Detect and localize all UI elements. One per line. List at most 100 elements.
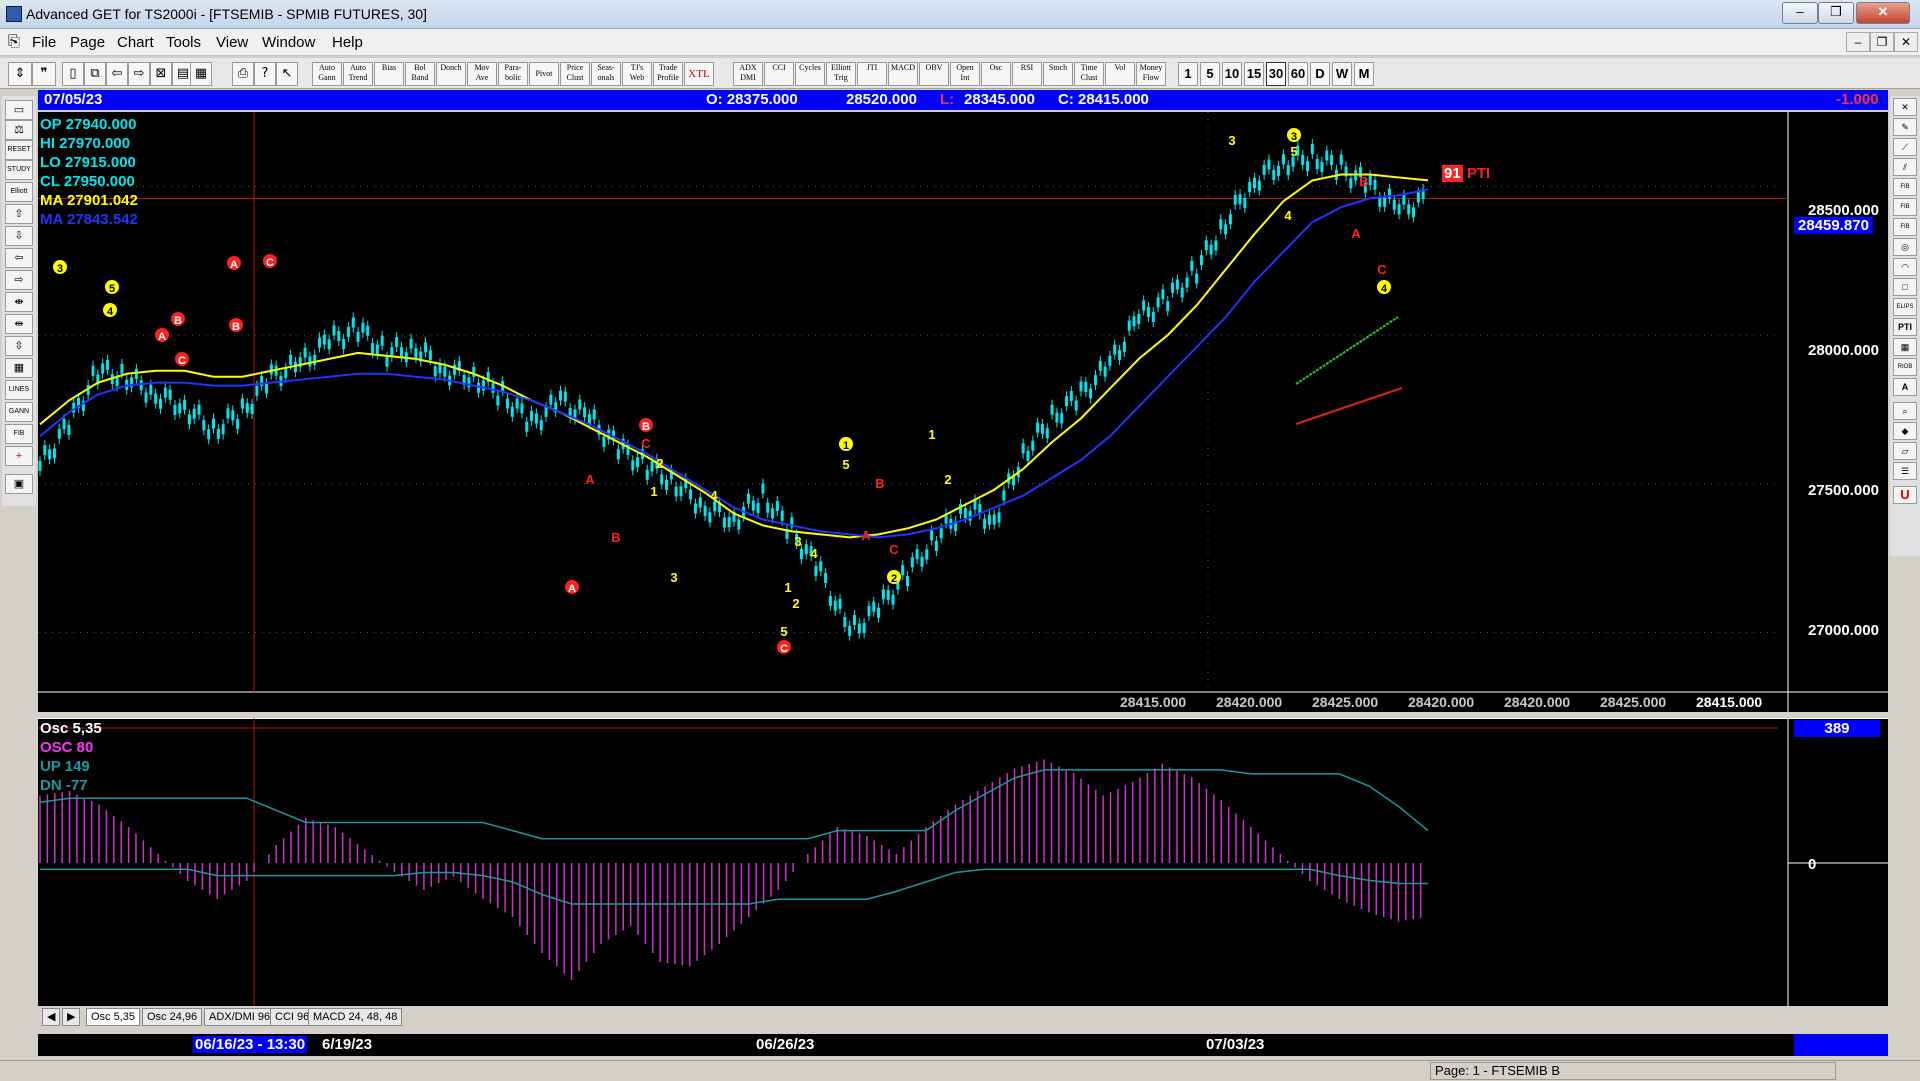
- study-button-bias[interactable]: Bias: [374, 62, 404, 86]
- study-button-elliott-trig[interactable]: Elliott Trig: [826, 62, 856, 86]
- study-button-price-clust[interactable]: Price Clust: [560, 62, 590, 86]
- scale-icon[interactable]: ⚖: [5, 120, 33, 140]
- lines-button[interactable]: LINES: [5, 380, 33, 400]
- study-button-xtl[interactable]: XTL: [684, 62, 714, 86]
- study-button-auto-gann[interactable]: Auto Gann: [312, 62, 342, 86]
- study-button-pivot[interactable]: Pivot: [529, 62, 559, 86]
- arrow-right-icon[interactable]: ⇨: [5, 270, 33, 290]
- mdi-close-button[interactable]: ✕: [1894, 32, 1918, 52]
- circle-icon[interactable]: ◎: [1893, 238, 1917, 256]
- reset-button[interactable]: RESET: [5, 140, 33, 160]
- print-icon[interactable]: ⎙: [232, 62, 254, 86]
- period-button-d[interactable]: D: [1310, 62, 1330, 86]
- fib-ext-button[interactable]: FIB EXT: [1893, 198, 1917, 216]
- menu-view[interactable]: View: [216, 34, 248, 51]
- menu-window[interactable]: Window: [262, 34, 315, 51]
- study-button-stoch[interactable]: Stoch: [1043, 62, 1073, 86]
- period-button-60[interactable]: 60: [1288, 62, 1308, 86]
- forward-icon[interactable]: ⇨: [128, 62, 150, 86]
- magnet-icon[interactable]: U: [1893, 486, 1917, 504]
- study-button[interactable]: STUDY: [5, 160, 33, 180]
- study-button-seas-onals[interactable]: Seas-onals: [591, 62, 621, 86]
- price-chart[interactable]: 354BACBACAABBC2134C5213415BAC2123354BAC4…: [38, 112, 1888, 712]
- study-button-cci[interactable]: CCI: [764, 62, 794, 86]
- list-icon[interactable]: ☰: [1893, 462, 1917, 480]
- tab-adx-dmi[interactable]: ADX/DMI 96: [204, 1008, 276, 1026]
- study-button-jti[interactable]: JTI: [857, 62, 887, 86]
- help-icon[interactable]: ?: [254, 62, 276, 86]
- pointer-icon[interactable]: ⇕: [8, 62, 32, 86]
- period-button-5[interactable]: 5: [1200, 62, 1220, 86]
- menu-page[interactable]: Page: [70, 34, 105, 51]
- oscillator-pane[interactable]: Osc 5,35 OSC 80 UP 149 DN -77 389 0: [38, 718, 1888, 1008]
- study-button-para-bolic[interactable]: Para-bolic: [498, 62, 528, 86]
- study-button-time-clust[interactable]: Time Clust: [1074, 62, 1104, 86]
- study-button-vol[interactable]: Vol: [1105, 62, 1135, 86]
- expand-icon[interactable]: ⇹: [5, 314, 33, 334]
- study-button-donch[interactable]: Donch: [436, 62, 466, 86]
- period-button-30[interactable]: 30: [1266, 62, 1286, 86]
- arrow-left-icon[interactable]: ⇦: [5, 248, 33, 268]
- zoom-icon[interactable]: ⊠: [150, 62, 172, 86]
- magnifier-icon[interactable]: ⌕: [1893, 402, 1917, 420]
- line-icon[interactable]: ⟋: [1893, 138, 1917, 156]
- study-button-open-int[interactable]: Open Int: [950, 62, 980, 86]
- arrow-down-icon[interactable]: ⇩: [5, 226, 33, 246]
- ruler-icon[interactable]: ▱: [1893, 442, 1917, 460]
- elips-button[interactable]: ELIPS: [1893, 298, 1917, 316]
- fib-ret-button[interactable]: FIB RET: [1893, 178, 1917, 196]
- study-button-tj-s-web[interactable]: TJ's Web: [622, 62, 652, 86]
- menu-help[interactable]: Help: [332, 34, 363, 51]
- grid-tool-icon[interactable]: ▦: [1893, 338, 1917, 356]
- study-button-mov-ave[interactable]: Mov Ave: [467, 62, 497, 86]
- menu-chart[interactable]: Chart: [117, 34, 154, 51]
- fib-time-button[interactable]: FIB TIME: [1893, 218, 1917, 236]
- menu-file[interactable]: File: [32, 34, 56, 51]
- close-tool-icon[interactable]: ✕: [1893, 98, 1917, 116]
- new-page-icon[interactable]: ▯: [62, 62, 84, 86]
- square-icon[interactable]: □: [1893, 278, 1917, 296]
- tab-macd[interactable]: MACD 24, 48, 48: [308, 1008, 403, 1026]
- study-button-macd[interactable]: MACD: [888, 62, 918, 86]
- crosshair-icon[interactable]: +: [5, 446, 33, 466]
- close-button[interactable]: ✕: [1856, 2, 1910, 24]
- vertical-expand-icon[interactable]: ⇳: [5, 336, 33, 356]
- open-icon[interactable]: ▭: [5, 100, 33, 120]
- text-tool-icon[interactable]: A: [1893, 378, 1917, 396]
- study-button-osc[interactable]: Osc: [981, 62, 1011, 86]
- back-icon[interactable]: ⇦: [106, 62, 128, 86]
- context-help-icon[interactable]: ↖: [276, 62, 298, 86]
- clipboard-icon[interactable]: ▣: [5, 474, 33, 494]
- elliott-button[interactable]: Elliott: [5, 182, 33, 202]
- pen-icon[interactable]: ✎: [1893, 118, 1917, 136]
- table-icon[interactable]: ▦: [5, 358, 33, 378]
- riob-button[interactable]: RIOB: [1893, 358, 1917, 376]
- period-button-15[interactable]: 15: [1244, 62, 1264, 86]
- study-button-cycles[interactable]: Cycles: [795, 62, 825, 86]
- study-button-trade-profile[interactable]: Trade Profile: [653, 62, 683, 86]
- study-button-adx-dmi[interactable]: ADX DMI: [733, 62, 763, 86]
- study-button-rsi[interactable]: RSI: [1012, 62, 1042, 86]
- period-button-w[interactable]: W: [1332, 62, 1352, 86]
- tab-osc-24-96[interactable]: Osc 24,96: [142, 1008, 203, 1026]
- arrow-up-icon[interactable]: ⇧: [5, 204, 33, 224]
- study-button-bol-band[interactable]: Bol Band: [405, 62, 435, 86]
- minimize-button[interactable]: ‒: [1782, 2, 1818, 24]
- study-button-money-flow[interactable]: Money Flow: [1136, 62, 1166, 86]
- study-button-auto-trend[interactable]: Auto Trend: [343, 62, 373, 86]
- arc-icon[interactable]: ◠: [1893, 258, 1917, 276]
- compress-icon[interactable]: ⇼: [5, 292, 33, 312]
- quote-icon[interactable]: ❞: [32, 62, 56, 86]
- menu-tools[interactable]: Tools: [166, 34, 201, 51]
- eraser-icon[interactable]: ◆: [1893, 422, 1917, 440]
- study-button-obv[interactable]: OBV: [919, 62, 949, 86]
- tab-scroll-right[interactable]: ▶: [62, 1008, 81, 1026]
- gann-button[interactable]: GANN: [5, 402, 33, 422]
- tab-osc-5-35[interactable]: Osc 5,35: [86, 1008, 141, 1026]
- grid-icon[interactable]: ▦: [190, 62, 212, 86]
- copy-icon[interactable]: ⧉: [84, 62, 106, 86]
- maximize-button[interactable]: ❐: [1818, 2, 1854, 24]
- fib-button[interactable]: FIB: [5, 424, 33, 444]
- mdi-minimize-button[interactable]: ‒: [1846, 32, 1870, 52]
- mdi-restore-button[interactable]: ❐: [1870, 32, 1894, 52]
